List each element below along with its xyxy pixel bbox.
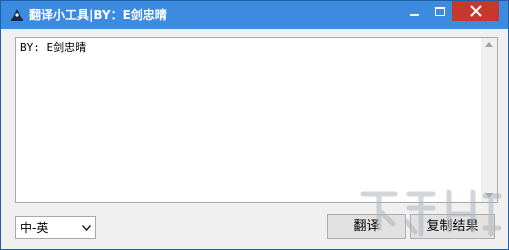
minimize-button[interactable] [402,1,427,21]
scroll-up-icon[interactable] [485,42,493,47]
window-title: 翻译小工具|BY：E剑忠晴 [29,8,167,22]
title-bar: 翻译小工具|BY：E剑忠晴 [1,1,508,29]
vertical-scrollbar[interactable] [481,38,497,202]
language-select[interactable]: 中-英 [15,216,96,239]
maximize-icon [435,7,445,16]
maximize-button[interactable] [427,1,452,21]
app-window: 翻译小工具|BY：E剑忠晴 BY: E剑忠晴 中-英 翻译 复制结果 [0,0,509,250]
close-button[interactable] [452,1,499,21]
app-icon [11,9,23,21]
minimize-icon [410,14,419,16]
chevron-down-icon [82,225,91,231]
close-icon [470,5,482,17]
text-area-content: BY: E剑忠晴 [20,41,87,54]
language-select-value: 中-英 [20,221,49,235]
text-area[interactable]: BY: E剑忠晴 [15,37,498,203]
watermark-logo [360,189,502,237]
